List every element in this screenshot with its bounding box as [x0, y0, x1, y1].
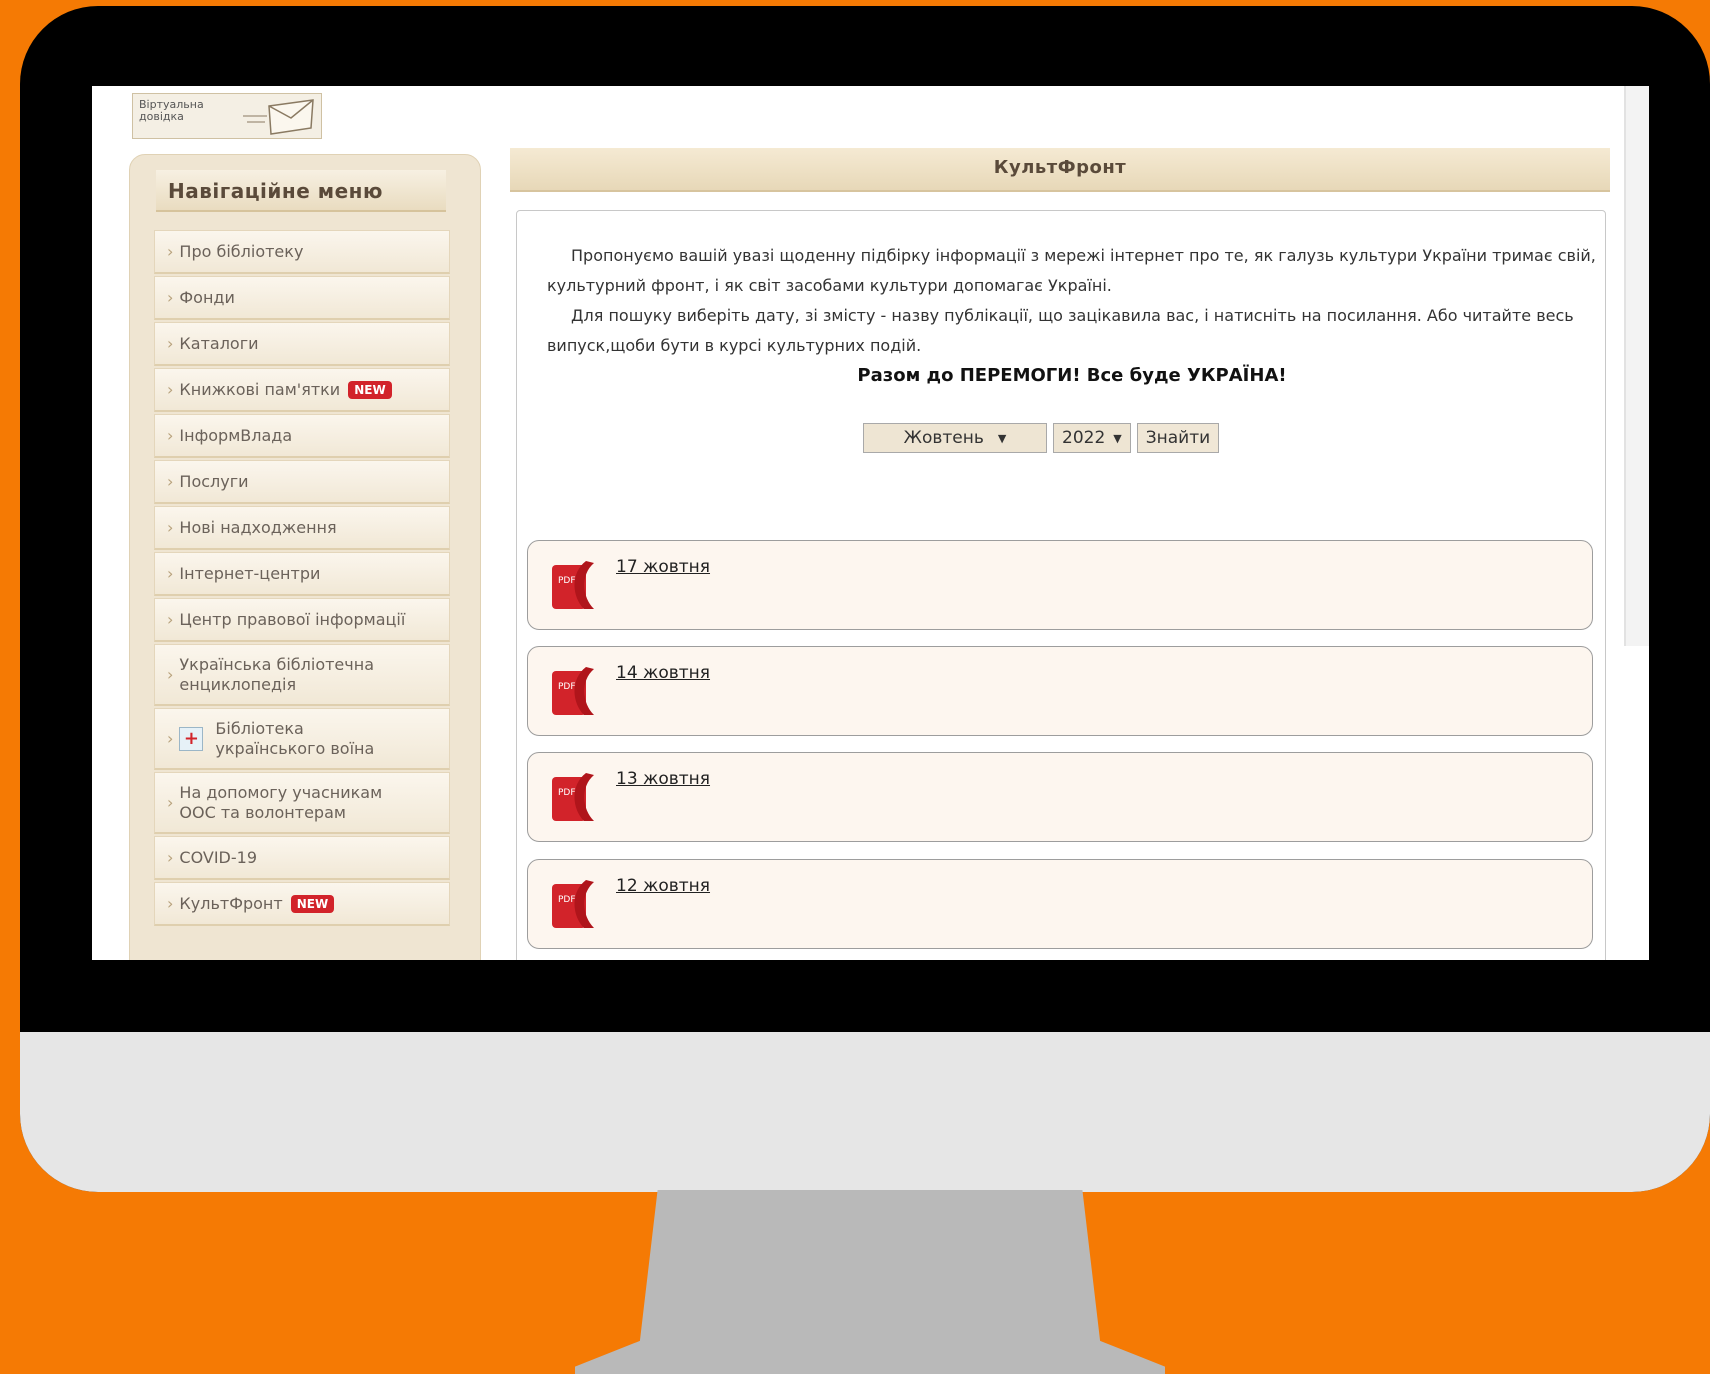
chevron-right-icon: ›: [167, 334, 174, 353]
chevron-right-icon: ›: [167, 472, 174, 491]
nav-item-label: Українська бібліотечна енциклопедія: [179, 655, 374, 695]
issue-link[interactable]: 17 жовтня: [616, 557, 710, 577]
nav-item-label: Центр правової інформації: [179, 610, 406, 629]
nav-item-label: Книжкові пам'ятки: [179, 380, 341, 399]
chevron-right-icon: ›: [167, 610, 174, 629]
issue-item: PDF 13 жовтня: [527, 752, 1593, 842]
intro-paragraph-2: Для пошуку виберіть дату, зі змісту - на…: [547, 306, 1574, 355]
pdf-icon: PDF: [552, 773, 594, 821]
nav-item-about-library[interactable]: › Про бібліотеку: [154, 230, 450, 274]
nav-item-label: Інтернет-центри: [179, 564, 321, 583]
nav-item-new-arrivals[interactable]: › Нові надходження: [154, 506, 450, 550]
nav-item-book-monuments[interactable]: › Книжкові пам'ятки NEW: [154, 368, 450, 412]
nav-item-label: Каталоги: [179, 334, 259, 353]
chevron-right-icon: ›: [167, 665, 174, 684]
nav-item-services[interactable]: › Послуги: [154, 460, 450, 504]
chevron-right-icon: ›: [167, 894, 174, 913]
navigation-menu-title: Навігаційне меню: [156, 170, 446, 212]
issue-item: PDF 14 жовтня: [527, 646, 1593, 736]
nav-item-label: Фонди: [179, 288, 235, 307]
envelope-icon: [243, 99, 314, 135]
slogan: Разом до ПЕРЕМОГИ! Все буде УКРАЇНА!: [857, 365, 1287, 386]
monitor-stand: [575, 1190, 1165, 1374]
navigation-sidebar: Навігаційне меню › Про бібліотеку › Фонд…: [129, 154, 481, 960]
nav-item-label: Нові надходження: [179, 518, 337, 537]
chevron-right-icon: ›: [167, 380, 174, 399]
year-select-value: 2022: [1062, 428, 1106, 448]
nav-item-label: ІнформВлада: [179, 426, 293, 445]
new-badge: NEW: [290, 894, 335, 913]
dropdown-arrow-icon: ▼: [997, 431, 1007, 445]
svg-text:PDF: PDF: [558, 682, 576, 692]
pdf-icon: PDF: [552, 667, 594, 715]
nav-item-label-line1: На допомогу учасникам: [179, 782, 383, 802]
nav-item-soldier-library[interactable]: › + Бібліотека українського воїна: [154, 708, 450, 770]
issue-item: PDF 17 жовтня: [527, 540, 1593, 630]
nav-item-label-line1: Українська бібліотечна: [179, 654, 374, 674]
year-select[interactable]: 2022 ▼: [1053, 423, 1131, 453]
date-filter: Жовтень ▼ 2022 ▼ Знайти: [863, 423, 1220, 453]
nav-item-label-line2: енциклопедія: [179, 674, 297, 694]
nav-item-legal-info-center[interactable]: › Центр правової інформації: [154, 598, 450, 642]
nav-item-label: Послуги: [179, 472, 249, 491]
svg-text:PDF: PDF: [558, 895, 576, 905]
svg-text:PDF: PDF: [558, 576, 576, 586]
nav-item-inform-vlada[interactable]: › ІнформВлада: [154, 414, 450, 458]
svg-text:PDF: PDF: [558, 788, 576, 798]
issue-link[interactable]: 14 жовтня: [616, 663, 710, 683]
nav-item-funds[interactable]: › Фонди: [154, 276, 450, 320]
dropdown-arrow-icon: ▼: [1113, 431, 1122, 445]
medical-plus-icon: +: [179, 726, 204, 751]
nav-item-label: КультФронт: [179, 894, 283, 913]
page-scroll-area: [1624, 86, 1649, 646]
chevron-right-icon: ›: [167, 793, 174, 812]
nav-item-label-line2: українського воїна: [215, 738, 375, 758]
pdf-icon: PDF: [552, 561, 594, 609]
nav-item-kultfront[interactable]: › КультФронт NEW: [154, 882, 450, 926]
find-button[interactable]: Знайти: [1136, 423, 1220, 453]
new-badge: NEW: [348, 380, 392, 399]
page-title: КультФронт: [510, 148, 1610, 192]
nav-item-catalogs[interactable]: › Каталоги: [154, 322, 450, 366]
chevron-right-icon: ›: [167, 848, 174, 867]
nav-item-label: Бібліотека українського воїна: [215, 719, 374, 759]
nav-item-internet-centers[interactable]: › Інтернет-центри: [154, 552, 450, 596]
nav-item-label-line1: Бібліотека: [215, 718, 304, 738]
nav-item-label-line2: ООС та волонтерам: [179, 802, 346, 822]
nav-item-label: Про бібліотеку: [179, 242, 304, 261]
issue-link[interactable]: 12 жовтня: [616, 876, 710, 896]
intro-text: Пропонуємо вашій увазі щоденну підбірку …: [547, 241, 1597, 391]
chevron-right-icon: ›: [167, 242, 174, 261]
content-box: Пропонуємо вашій увазі щоденну підбірку …: [516, 210, 1606, 960]
nav-item-covid[interactable]: › COVID-19: [154, 836, 450, 880]
navigation-list: › Про бібліотеку › Фонди › Каталоги › Кн…: [154, 230, 450, 928]
month-select-value: Жовтень: [903, 428, 984, 448]
nav-item-label: На допомогу учасникам ООС та волонтерам: [179, 783, 382, 823]
nav-item-library-encyclopedia[interactable]: › Українська бібліотечна енциклопедія: [154, 644, 450, 706]
virtual-help-link[interactable]: Віртуальна довідка: [132, 93, 322, 139]
chevron-right-icon: ›: [167, 729, 174, 748]
chevron-right-icon: ›: [167, 288, 174, 307]
pdf-icon: PDF: [552, 880, 594, 928]
month-select[interactable]: Жовтень ▼: [863, 423, 1047, 453]
chevron-right-icon: ›: [167, 426, 174, 445]
browser-screen: Віртуальна довідка Навігаційне меню › Пр…: [92, 86, 1649, 960]
nav-item-label: COVID-19: [179, 848, 258, 867]
intro-paragraph-1: Пропонуємо вашій увазі щоденну підбірку …: [547, 246, 1596, 295]
chevron-right-icon: ›: [167, 564, 174, 583]
issue-item: PDF 12 жовтня: [527, 859, 1593, 949]
nav-item-oos-volunteers[interactable]: › На допомогу учасникам ООС та волонтера…: [154, 772, 450, 834]
chevron-right-icon: ›: [167, 518, 174, 537]
monitor-chin: [20, 1032, 1710, 1192]
issue-link[interactable]: 13 жовтня: [616, 769, 710, 789]
